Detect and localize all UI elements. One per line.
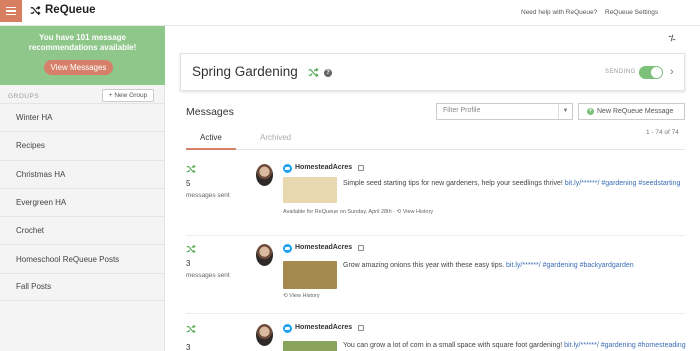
tab-active[interactable]: Active: [200, 133, 222, 142]
post-thumbnail: [283, 177, 337, 203]
sidebar-item-group[interactable]: Evergreen HA: [0, 187, 165, 216]
profile-handle: HomesteadAcres: [295, 164, 353, 171]
sent-count: 3: [186, 259, 191, 268]
messages-title: Messages: [186, 106, 234, 118]
shuffle-icon: [186, 324, 196, 334]
sent-count: 3: [186, 343, 191, 351]
sidebar-item-group[interactable]: Fall Posts: [0, 272, 165, 302]
image-icon: [358, 165, 364, 171]
chevron-right-icon[interactable]: ›: [670, 66, 674, 78]
sending-label: SENDING: [605, 69, 636, 75]
recommendations-text: You have 101 message recommendations ava…: [28, 33, 137, 52]
active-tab-indicator: [186, 148, 236, 150]
help-icon[interactable]: ?: [324, 69, 332, 77]
shuffle-icon: [186, 164, 196, 174]
hamburger-menu-icon[interactable]: [0, 0, 22, 22]
image-icon: [358, 325, 364, 331]
sent-count: 5: [186, 179, 191, 188]
message-text: Simple seed starting tips for new garden…: [343, 180, 681, 187]
group-title: Spring Gardening: [192, 64, 298, 79]
top-bar: ReQueue Need help with ReQueue? ReQueue …: [0, 0, 700, 26]
app-logo[interactable]: ReQueue: [30, 4, 96, 16]
message-row: 5 messages sent HomesteadAcres Simple se…: [186, 164, 685, 236]
message-hashtags[interactable]: #gardening #backyardgarden: [543, 262, 634, 269]
sent-label: messages sent: [186, 272, 230, 279]
image-icon: [358, 245, 364, 251]
message-link[interactable]: bit.ly/******/: [565, 180, 600, 187]
group-list: Winter HA Recipes Christmas HA Evergreen…: [0, 103, 165, 302]
message-meta: Available for ReQueue on Sunday, April 2…: [283, 209, 434, 215]
message-text: Grow amazing onions this year with these…: [343, 262, 634, 269]
message-row: 3 messages sent HomesteadAcres Grow amaz…: [186, 244, 685, 314]
view-history-link[interactable]: View History: [289, 293, 319, 299]
new-message-button[interactable]: + New ReQueue Message: [578, 103, 685, 120]
profile-handle: HomesteadAcres: [295, 324, 353, 331]
group-card: Spring Gardening ? SENDING ›: [180, 53, 685, 91]
shuffle-icon: [30, 5, 41, 15]
view-messages-button[interactable]: View Messages: [44, 60, 113, 75]
new-message-label: New ReQueue Message: [597, 108, 674, 115]
new-group-button[interactable]: + New Group: [102, 89, 154, 102]
help-link[interactable]: Need help with ReQueue?: [521, 9, 597, 16]
message-hashtags[interactable]: #gardening #seedstarting: [601, 180, 680, 187]
twitter-icon: [283, 324, 292, 333]
message-hashtags[interactable]: #gardening #homesteading: [601, 342, 686, 349]
message-link[interactable]: bit.ly/******/: [564, 342, 599, 349]
plus-icon: +: [587, 108, 594, 115]
groups-label: GROUPS: [8, 93, 40, 100]
message-text: You can grow a lot of corn in a small sp…: [343, 342, 686, 349]
sending-toggle[interactable]: [639, 66, 663, 79]
sidebar: You have 101 message recommendations ava…: [0, 26, 165, 351]
message-tabs: Active Archived: [186, 130, 685, 150]
post-thumbnail: [283, 341, 337, 351]
sidebar-item-group[interactable]: Recipes: [0, 131, 165, 159]
shuffle-icon: [308, 67, 319, 78]
sidebar-item-group[interactable]: Crochet: [0, 216, 165, 244]
filter-profile-select[interactable]: Filter Profile ▼: [436, 103, 573, 120]
recommendations-banner: You have 101 message recommendations ava…: [0, 26, 165, 85]
twitter-icon: [283, 164, 292, 173]
tab-archived[interactable]: Archived: [260, 133, 291, 142]
sidebar-item-group[interactable]: Christmas HA: [0, 159, 165, 188]
sidebar-item-group[interactable]: Winter HA: [0, 103, 165, 131]
settings-link[interactable]: ReQueue Settings: [605, 9, 658, 16]
avatar: [256, 324, 273, 346]
collapse-icon[interactable]: [668, 34, 676, 42]
app-name: ReQueue: [45, 4, 96, 16]
message-link[interactable]: bit.ly/******/: [506, 262, 541, 269]
filter-placeholder: Filter Profile: [443, 107, 481, 114]
post-thumbnail: [283, 261, 337, 289]
view-history-link[interactable]: View History: [403, 209, 433, 215]
sent-label: messages sent: [186, 192, 230, 199]
message-row: 3 HomesteadAcres You can grow a lot of c…: [186, 324, 686, 351]
avatar: [256, 244, 273, 266]
sidebar-item-group[interactable]: Homeschool ReQueue Posts: [0, 244, 165, 272]
message-meta: ⟲ View History: [283, 293, 320, 299]
twitter-icon: [283, 244, 292, 253]
avatar: [256, 164, 273, 186]
shuffle-icon: [186, 244, 196, 254]
caret-down-icon: ▼: [558, 104, 572, 119]
profile-handle: HomesteadAcres: [295, 244, 353, 251]
